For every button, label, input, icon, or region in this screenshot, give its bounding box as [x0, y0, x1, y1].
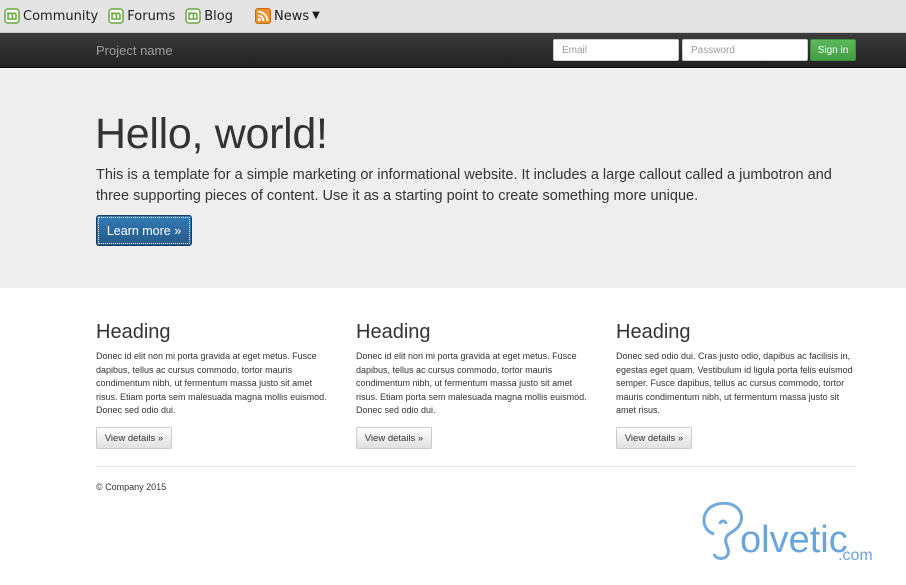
bookmark-forums[interactable]: Forums — [108, 5, 175, 27]
solvetic-watermark-logo: olvetic .com — [702, 501, 873, 564]
jumbotron-title: Hello, world! — [95, 110, 328, 158]
view-details-button[interactable]: View details » — [96, 427, 172, 449]
password-input[interactable] — [682, 39, 808, 61]
content-column-3: Heading Donec sed odio dui. Cras justo o… — [616, 320, 856, 449]
chevron-down-icon: ▼ — [312, 10, 320, 21]
content-column-2: Heading Donec id elit non mi porta gravi… — [356, 320, 596, 449]
view-details-button[interactable]: View details » — [356, 427, 432, 449]
bookmark-blog[interactable]: Blog — [185, 5, 233, 27]
footer-copyright: © Company 2015 — [96, 482, 167, 492]
watermark-text: olvetic — [740, 519, 848, 561]
jumbotron-text: This is a template for a simple marketin… — [96, 167, 832, 204]
navbar-brand[interactable]: Project name — [96, 43, 173, 58]
navbar: Project name Sign in — [0, 33, 906, 68]
content-column-1: Heading Donec id elit non mi porta gravi… — [96, 320, 336, 449]
footer-divider — [96, 466, 856, 467]
view-details-button[interactable]: View details » — [616, 427, 692, 449]
column-heading: Heading — [96, 321, 171, 343]
bookmark-label: News — [274, 8, 310, 24]
mint-icon — [108, 8, 124, 24]
watermark-suffix: .com — [838, 547, 873, 564]
column-heading: Heading — [616, 321, 691, 343]
column-heading: Heading — [356, 321, 431, 343]
column-text: Donec id elit non mi porta gravida at eg… — [356, 351, 587, 415]
bookmark-community[interactable]: Community — [4, 5, 98, 27]
bookmark-label: Blog — [204, 8, 233, 24]
bookmark-label: Community — [23, 8, 99, 24]
bookmark-news-menu[interactable]: News ▼ — [255, 5, 320, 27]
mint-icon — [185, 8, 201, 24]
sign-in-button[interactable]: Sign in — [810, 39, 856, 61]
column-text: Donec sed odio dui. Cras justo odio, dap… — [616, 351, 853, 415]
learn-more-button[interactable]: Learn more » — [96, 215, 192, 246]
jumbotron: Hello, world! This is a template for a s… — [0, 68, 906, 288]
bookmarks-bar: Community Forums Blog News ▼ — [0, 0, 906, 33]
rss-icon — [255, 8, 271, 24]
mint-icon — [4, 8, 20, 24]
column-text: Donec id elit non mi porta gravida at eg… — [96, 351, 327, 415]
bookmark-label: Forums — [127, 8, 176, 24]
email-input[interactable] — [553, 39, 679, 61]
